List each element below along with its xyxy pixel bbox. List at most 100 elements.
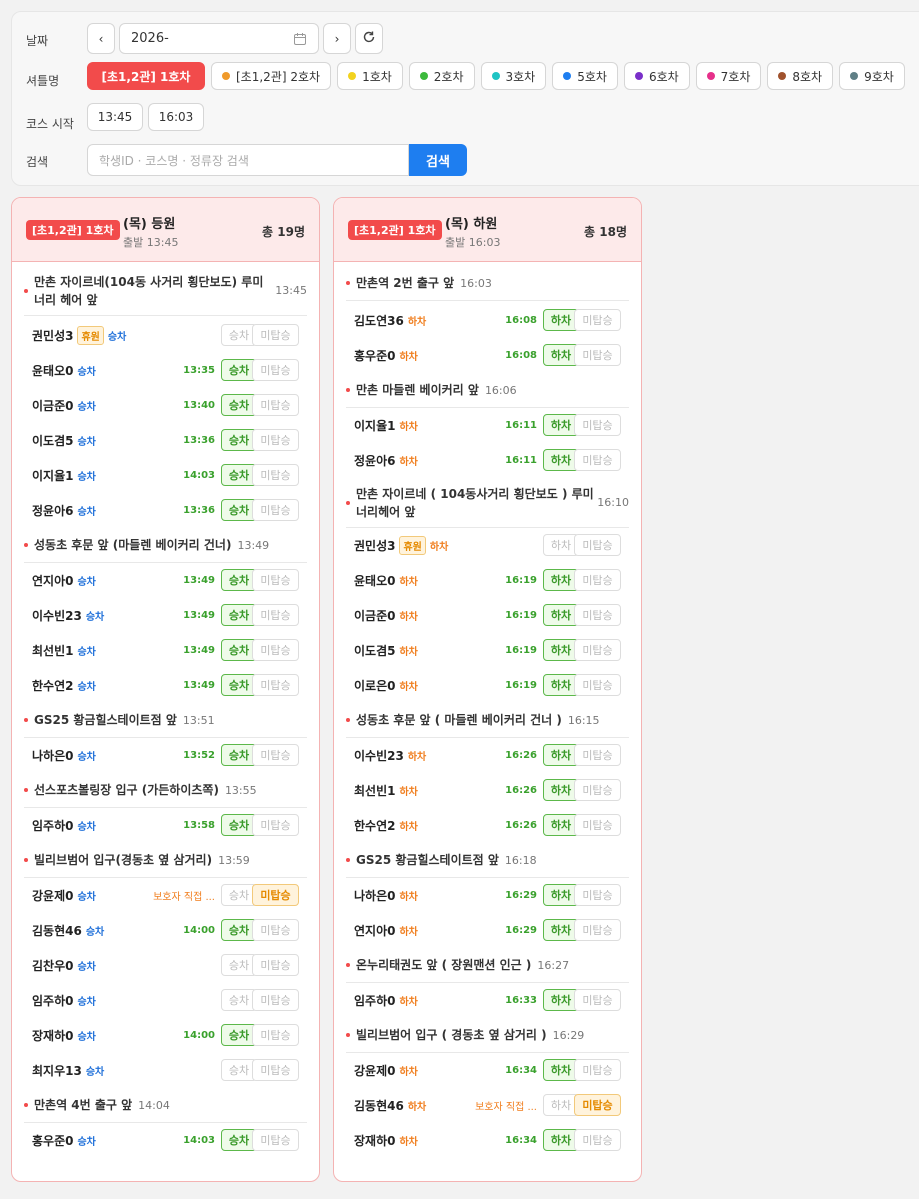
student-name-cell: 최선빈1 하차 (354, 773, 418, 808)
not-boarded-button[interactable]: 미탑승 (252, 1024, 299, 1046)
not-boarded-button[interactable]: 미탑승 (574, 884, 621, 906)
record-time: 14:00 (183, 1030, 215, 1041)
not-boarded-button[interactable]: 미탑승 (574, 779, 621, 801)
not-boarded-button[interactable]: 미탑승 (574, 639, 621, 661)
not-boarded-button[interactable]: 미탑승 (574, 344, 621, 366)
student-name-cell: 임주하0 승차 (32, 983, 96, 1018)
student-name: 나하은0 (32, 749, 74, 763)
not-boarded-button[interactable]: 미탑승 (252, 814, 299, 836)
not-boarded-button[interactable]: 미탑승 (252, 1129, 299, 1151)
student-row: 김찬우0 승차 승차 미탑승 (24, 948, 307, 983)
refresh-icon (362, 30, 376, 47)
student-name: 이도겸5 (32, 434, 74, 448)
shuttle-option[interactable]: 6호차 (623, 62, 690, 90)
not-boarded-button[interactable]: 미탑승 (574, 1094, 621, 1116)
not-boarded-button[interactable]: 미탑승 (252, 359, 299, 381)
not-boarded-button[interactable]: 미탑승 (252, 569, 299, 591)
prev-date-button[interactable]: ‹ (87, 23, 115, 54)
not-boarded-button[interactable]: 미탑승 (574, 414, 621, 436)
not-boarded-button[interactable]: 미탑승 (252, 954, 299, 976)
student-row: 권민성3 휴원 승차 승차 미탑승 (24, 318, 307, 353)
not-boarded-button[interactable]: 미탑승 (574, 674, 621, 696)
shuttle-option[interactable]: 1호차 (337, 62, 403, 90)
status-label: 승차 (77, 507, 96, 518)
color-dot-icon (706, 72, 715, 80)
stop-time: 16:29 (552, 1028, 585, 1042)
record-time: 16:19 (505, 610, 537, 621)
not-boarded-button[interactable]: 미탑승 (574, 1059, 621, 1081)
student-name: 최지우13 (32, 1064, 82, 1078)
student-name: 김도연36 (354, 314, 404, 328)
student-row: 정윤아6 하차 16:11 하차 미탑승 (346, 443, 629, 478)
student-name-cell: 정윤아6 하차 (354, 443, 418, 478)
next-date-button[interactable]: › (323, 23, 351, 54)
course-time-1345[interactable]: 13:45 (87, 103, 143, 131)
status-label: 승차 (107, 332, 127, 343)
status-label: 승차 (77, 402, 96, 413)
student-name: 윤태오0 (32, 364, 74, 378)
shuttle-option[interactable]: 8호차 (767, 62, 834, 90)
not-boarded-button[interactable]: 미탑승 (252, 639, 299, 661)
status-label: 승차 (77, 1032, 96, 1043)
search-label: 검색 (26, 155, 49, 169)
student-name-cell: 홍우준0 하차 (354, 338, 418, 373)
course-time-1603[interactable]: 16:03 (148, 103, 204, 131)
status-label: 하차 (407, 317, 427, 328)
not-boarded-button[interactable]: 미탑승 (252, 464, 299, 486)
not-boarded-button[interactable]: 미탑승 (574, 309, 621, 331)
student-name-cell: 이도겸5 하차 (354, 633, 418, 668)
student-name-cell: 이수빈23 승차 (32, 598, 104, 633)
not-boarded-button[interactable]: 미탑승 (574, 814, 621, 836)
not-boarded-button[interactable]: 미탑승 (252, 604, 299, 626)
not-boarded-button[interactable]: 미탑승 (252, 919, 299, 941)
student-row: 김동현46 승차 14:00 승차 미탑승 (24, 913, 307, 948)
not-boarded-button[interactable]: 미탑승 (574, 744, 621, 766)
not-boarded-button[interactable]: 미탑승 (252, 1059, 299, 1081)
record-time: 16:19 (505, 680, 537, 691)
student-name: 한수연2 (354, 819, 396, 833)
shuttle-option[interactable]: [초1,2관] 2호차 (211, 62, 332, 90)
search-button[interactable]: 검색 (409, 144, 467, 176)
date-input[interactable]: 2026- (119, 23, 319, 54)
status-label: 하차 (399, 892, 418, 903)
not-boarded-button[interactable]: 미탑승 (574, 534, 621, 556)
student-row: 정윤아6 승차 13:36 승차 미탑승 (24, 493, 307, 528)
shuttle-option[interactable]: 2호차 (408, 62, 475, 90)
not-boarded-button[interactable]: 미탑승 (574, 989, 621, 1011)
student-row: 홍우준0 승차 14:03 승차 미탑승 (24, 1123, 307, 1158)
not-boarded-button[interactable]: 미탑승 (252, 884, 299, 906)
shuttle-option[interactable]: 5호차 (552, 62, 618, 90)
stop-dot-icon (24, 718, 28, 722)
shuttle-option-label: [초1,2관] 1호차 (101, 69, 191, 84)
not-boarded-button[interactable]: 미탑승 (574, 919, 621, 941)
not-boarded-button[interactable]: 미탑승 (574, 569, 621, 591)
not-boarded-button[interactable]: 미탑승 (252, 744, 299, 766)
not-boarded-button[interactable]: 미탑승 (574, 604, 621, 626)
status-label: 승차 (77, 752, 96, 763)
not-boarded-button[interactable]: 미탑승 (252, 394, 299, 416)
stop-time: 13:45 (275, 284, 307, 297)
shuttle-option[interactable]: 3호차 (480, 62, 547, 90)
search-input[interactable]: 학생ID · 코스명 · 정류장 검색 (87, 144, 409, 176)
card-arrival: [초1,2관] 1호차 (목) 등원 출발 13:45 총 19명 만촌 자이르… (11, 197, 320, 1182)
not-boarded-button[interactable]: 미탑승 (574, 449, 621, 471)
shuttle-option[interactable]: 9호차 (839, 62, 905, 90)
student-name-cell: 임주하0 하차 (354, 983, 418, 1018)
not-boarded-button[interactable]: 미탑승 (574, 1129, 621, 1151)
student-row: 이지율1 하차 16:11 하차 미탑승 (346, 408, 629, 443)
shuttle-option[interactable]: [초1,2관] 1호차 (87, 62, 205, 90)
not-boarded-button[interactable]: 미탑승 (252, 324, 299, 346)
student-name: 연지아0 (32, 574, 74, 588)
not-boarded-button[interactable]: 미탑승 (252, 989, 299, 1011)
student-name-cell: 이수빈23 하차 (354, 738, 426, 773)
not-boarded-button[interactable]: 미탑승 (252, 674, 299, 696)
guardian-note: 보호자 직접 ... (153, 892, 215, 903)
not-boarded-button[interactable]: 미탑승 (252, 499, 299, 521)
record-time: 16:34 (505, 1135, 537, 1146)
student-name-cell: 이지율1 하차 (354, 408, 418, 443)
shuttle-option[interactable]: 7호차 (695, 62, 762, 90)
record-time: 13:36 (183, 435, 215, 446)
record-time: 13:52 (183, 750, 215, 761)
refresh-button[interactable] (355, 23, 383, 54)
not-boarded-button[interactable]: 미탑승 (252, 429, 299, 451)
